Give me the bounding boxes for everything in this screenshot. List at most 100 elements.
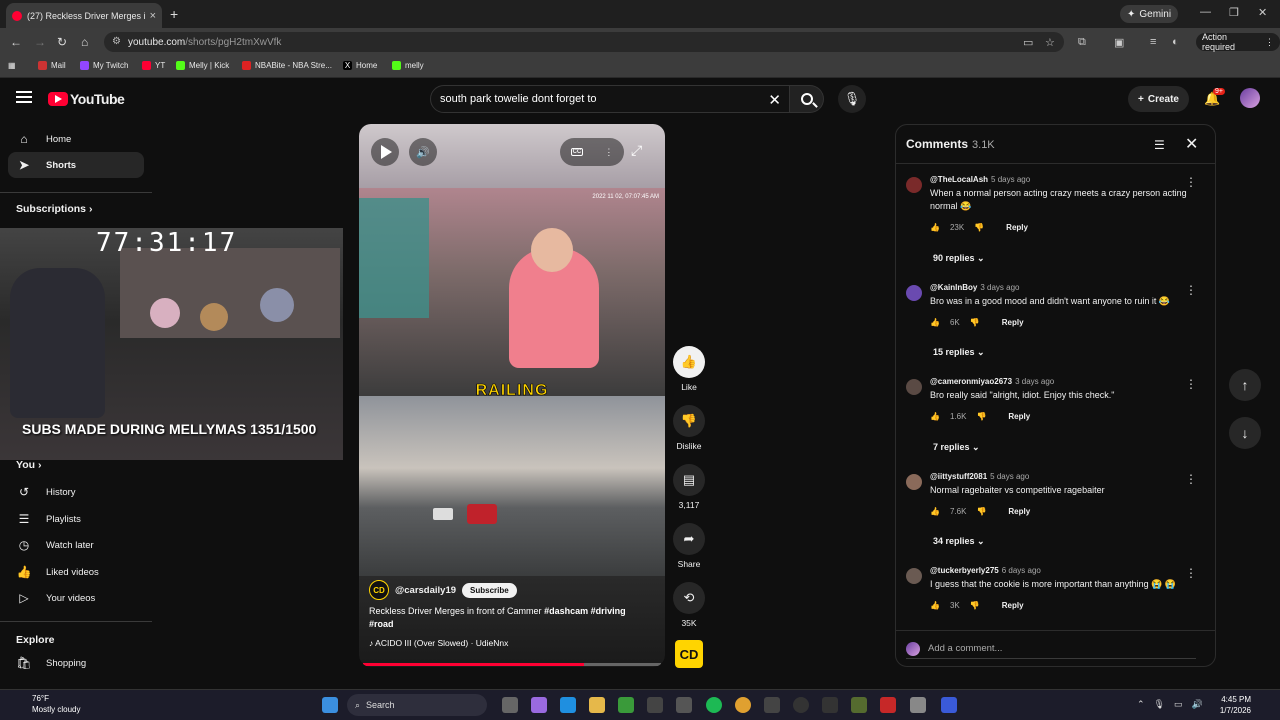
search-input[interactable]: south park towelie dont forget to ✕ (430, 85, 790, 113)
view-replies-button[interactable]: 7 replies ⌄ (933, 442, 980, 453)
thumbs-down-icon[interactable]: 👎 (970, 601, 980, 610)
task-view-icon[interactable] (502, 697, 518, 713)
thumbs-down-icon[interactable]: 👎 (970, 318, 980, 327)
dislike-action[interactable]: 👎 Dislike (670, 405, 708, 451)
next-short-button[interactable]: ↓ (1229, 417, 1261, 449)
spotify-icon[interactable] (706, 697, 722, 713)
app-icon[interactable] (851, 697, 867, 713)
thumbs-up-icon[interactable]: 👍 (930, 412, 940, 421)
edge-icon[interactable] (560, 697, 576, 713)
taskbar-search[interactable]: ⌕ Search (347, 694, 487, 716)
thumbs-down-icon[interactable]: 👎 (976, 507, 986, 516)
sidebar-item-history[interactable]: ↺ History (8, 479, 144, 505)
commenter-avatar[interactable] (906, 177, 922, 193)
fullscreen-icon[interactable]: ⤢ (631, 142, 642, 159)
commenter-avatar[interactable] (906, 379, 922, 395)
reply-button[interactable]: Reply (1002, 318, 1024, 327)
thumbs-down-icon[interactable]: 👎 (976, 412, 986, 421)
gemini-button[interactable]: ✦ Gemini (1120, 5, 1179, 23)
network-icon[interactable]: ▭ (1174, 699, 1183, 710)
reply-button[interactable]: Reply (1006, 223, 1028, 232)
address-bar[interactable]: ⚙ youtube.com/shorts/pgH2tmXwVfk (104, 32, 1064, 52)
comments-action[interactable]: ▤ 3,117 (670, 464, 708, 510)
comment-author[interactable]: @TheLocalAsh 5 days ago (930, 175, 1030, 184)
bookmark-mail[interactable]: Mail (38, 61, 66, 70)
bookmark-twitch[interactable]: My Twitch (80, 61, 128, 70)
reply-button[interactable]: Reply (1008, 507, 1030, 516)
thumbs-down-icon[interactable]: 👎 (974, 223, 984, 232)
commenter-avatar[interactable] (906, 285, 922, 301)
progress-bar-remaining[interactable] (584, 663, 661, 666)
music-row[interactable]: ♪ ACIDO III (Over Slowed) · UdieNnx (369, 638, 508, 648)
comment-author[interactable]: @cameronmiyao2673 3 days ago (930, 377, 1054, 386)
search-button[interactable] (790, 85, 824, 113)
commenter-avatar[interactable] (906, 474, 922, 490)
like-action[interactable]: 👍 Like (670, 346, 708, 392)
reply-button[interactable]: Reply (1008, 412, 1030, 421)
chrome-icon[interactable] (735, 697, 751, 713)
close-tab-icon[interactable]: × (150, 10, 156, 22)
sidebar-item-liked-videos[interactable]: 👍 Liked videos (8, 559, 144, 585)
media-player-icon[interactable] (793, 697, 809, 713)
copilot-icon[interactable] (531, 697, 547, 713)
bookmark-yt[interactable]: YT (142, 61, 165, 70)
view-replies-button[interactable]: 90 replies ⌄ (933, 253, 985, 264)
xbox-icon[interactable] (618, 697, 634, 713)
app-icon[interactable] (822, 697, 838, 713)
shorts-player[interactable]: 2022 11 02, 07:07:45 AM RAILING 🔊 CC ⋮ ⤢… (359, 124, 665, 667)
store-icon[interactable] (676, 697, 692, 713)
bookmark-nbabite[interactable]: NBABite - NBA Stre... (242, 61, 332, 70)
share-action[interactable]: ➦ Share (670, 523, 708, 569)
comment-author[interactable]: @tuckerbyerly275 6 days ago (930, 566, 1041, 575)
sidebar-item-playlists[interactable]: ☰ Playlists (8, 506, 144, 532)
short-title[interactable]: Reckless Driver Merges in front of Camme… (369, 605, 649, 631)
cast-icon[interactable]: ▭ (1023, 36, 1033, 49)
view-replies-button[interactable]: 34 replies ⌄ (933, 536, 985, 547)
captions-icon[interactable]: CC (570, 148, 584, 156)
close-icon[interactable]: ✕ (1185, 134, 1198, 154)
site-info-icon[interactable]: ⚙ (112, 36, 121, 47)
volume-button[interactable]: 🔊 (409, 138, 437, 166)
play-button[interactable] (371, 138, 399, 166)
bookmark-star-icon[interactable]: ☆ (1045, 36, 1055, 49)
weather-widget[interactable]: 76°F Mostly cloudy (8, 693, 80, 715)
browser-tab[interactable]: (27) Reckless Driver Merges in f × (6, 3, 162, 28)
clear-search-icon[interactable]: ✕ (768, 91, 781, 109)
bookmark-home[interactable]: X Home (343, 61, 377, 70)
bookmark-kick[interactable]: Melly | Kick (176, 61, 229, 70)
action-required-button[interactable]: Action required ⋮ (1196, 32, 1280, 52)
more-options-icon[interactable]: ⋮ (604, 147, 613, 158)
settings-icon[interactable] (910, 697, 926, 713)
app-icon[interactable] (941, 697, 957, 713)
bookmark-melly[interactable]: melly (392, 61, 424, 70)
view-replies-button[interactable]: 15 replies ⌄ (933, 347, 985, 358)
previous-short-button[interactable]: ↑ (1229, 369, 1261, 401)
you-header[interactable]: You › (16, 459, 41, 471)
taskbar-clock[interactable]: 4:45 PM 1/7/2026 (1217, 694, 1251, 716)
thumbs-up-icon[interactable]: 👍 (930, 223, 940, 232)
home-icon[interactable]: ⌂ (81, 35, 88, 49)
file-explorer-icon[interactable] (589, 697, 605, 713)
sidebar-item-shorts[interactable]: ➤ Shorts (8, 152, 144, 178)
split-view-icon[interactable]: ▣ (1114, 36, 1124, 49)
comment-author[interactable]: @iittystuff2081 5 days ago (930, 472, 1029, 481)
sidebar-item-watch-later[interactable]: ◷ Watch later (8, 532, 144, 558)
account-avatar[interactable] (1240, 88, 1260, 108)
add-comment-field[interactable]: Add a comment... (906, 639, 1196, 659)
sort-icon[interactable]: ☰ (1154, 138, 1165, 152)
sidebar-item-shopping[interactable]: 🛍 Shopping (8, 650, 144, 676)
commenter-avatar[interactable] (906, 568, 922, 584)
reload-icon[interactable]: ↻ (57, 35, 67, 49)
back-icon[interactable]: ← (10, 35, 22, 49)
menu-icon[interactable] (16, 91, 32, 103)
thumbs-up-icon[interactable]: 👍 (930, 318, 940, 327)
remix-action[interactable]: ⟲ 35K (670, 582, 708, 628)
voice-search-button[interactable]: 🎙 (838, 85, 866, 113)
maximize-icon[interactable]: ❐ (1229, 6, 1239, 19)
mic-icon[interactable]: 🎙 (1154, 699, 1165, 710)
extensions-icon[interactable]: ⧉ (1078, 36, 1086, 49)
youtube-logo[interactable]: YouTube (48, 91, 125, 107)
minimize-icon[interactable]: — (1200, 6, 1211, 18)
sidebar-item-home[interactable]: ⌂ Home (8, 126, 144, 152)
start-icon[interactable] (322, 697, 338, 713)
